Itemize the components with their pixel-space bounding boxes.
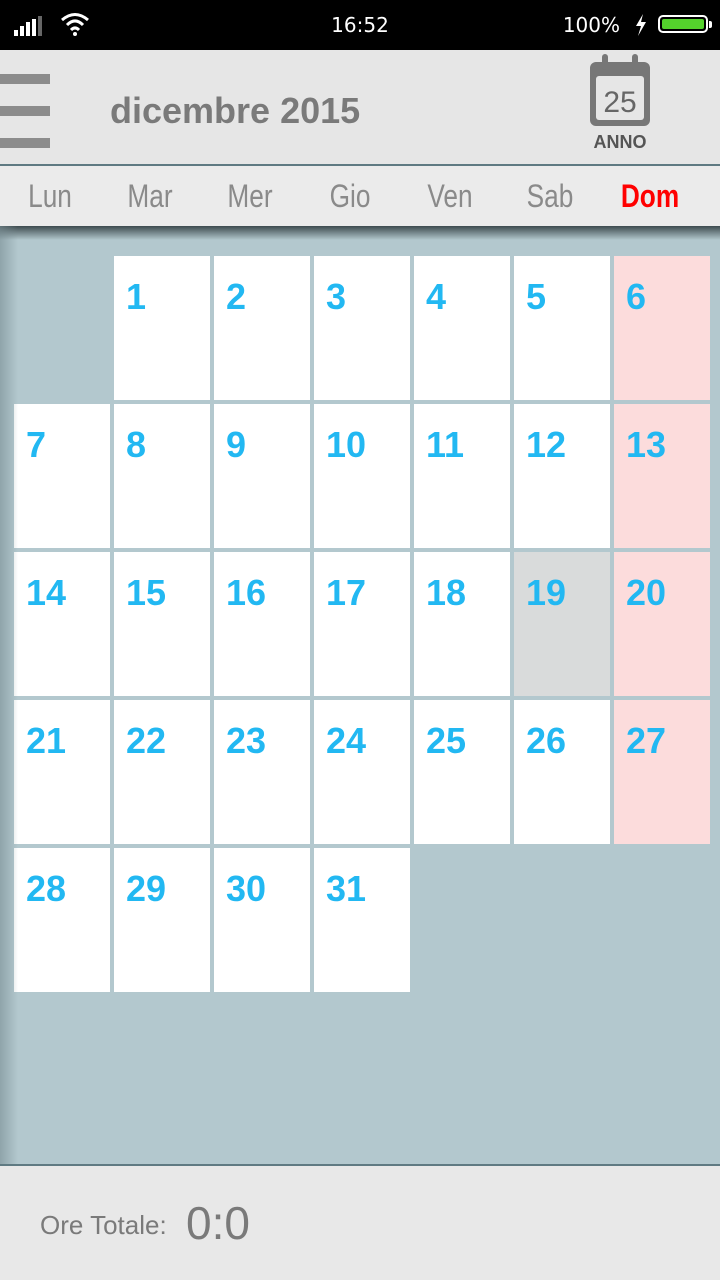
day-number: 15: [126, 572, 167, 613]
day-cell[interactable]: 30: [214, 848, 310, 992]
weekday-sat: Sab: [526, 178, 574, 214]
day-cell[interactable]: 3: [314, 256, 410, 400]
calendar-grid: 1 2 3 4 5 6 7 8 9 10 11 12 13 14 15 16 17 18 19 20 21 22 23 24 2…: [14, 256, 712, 996]
battery-level-fill: [662, 19, 704, 29]
footer: Ore Totale: 0:0: [0, 1164, 720, 1280]
day-number: 14: [26, 572, 67, 613]
day-number: 13: [626, 424, 667, 465]
day-cell[interactable]: 26: [514, 700, 610, 844]
battery-percent: 100%: [562, 13, 620, 37]
day-number: 4: [426, 276, 447, 317]
day-number: 12: [526, 424, 567, 465]
day-cell[interactable]: 20: [614, 552, 710, 696]
app-header: dicembre 2015 25 ANNO: [0, 50, 720, 166]
status-bar: 16:52 100%: [0, 0, 720, 50]
day-number: 28: [26, 868, 67, 909]
day-cell[interactable]: 29: [114, 848, 210, 992]
total-hours-value: 0:0: [186, 1197, 250, 1249]
day-number: 17: [326, 572, 367, 613]
year-button-label: ANNO: [593, 132, 647, 152]
day-cell[interactable]: 1: [114, 256, 210, 400]
weekday-thu: Gio: [329, 178, 371, 214]
weekday-wed: Mer: [227, 178, 273, 214]
weekday-sun: Dom: [620, 178, 680, 214]
day-number: 11: [426, 424, 465, 465]
calendar-icon: 25: [590, 54, 650, 126]
day-number: 9: [226, 424, 247, 465]
day-cell[interactable]: 27: [614, 700, 710, 844]
day-cell[interactable]: 4: [414, 256, 510, 400]
day-number: 21: [26, 720, 67, 761]
day-cell[interactable]: 12: [514, 404, 610, 548]
weekday-fri: Ven: [427, 178, 473, 214]
day-number: 22: [126, 720, 167, 761]
day-number: 23: [226, 720, 267, 761]
day-number: 25: [426, 720, 467, 761]
hamburger-menu-icon[interactable]: [0, 74, 50, 148]
day-cell[interactable]: 23: [214, 700, 310, 844]
day-cell[interactable]: 5: [514, 256, 610, 400]
day-number: 26: [526, 720, 567, 761]
day-number: 31: [326, 868, 367, 909]
day-number: 8: [126, 424, 147, 465]
day-number: 30: [226, 868, 267, 909]
day-cell[interactable]: 9: [214, 404, 310, 548]
day-cell[interactable]: 18: [414, 552, 510, 696]
calendar-area: 1 2 3 4 5 6 7 8 9 10 11 12 13 14 15 16 17 18 19 20 21 22 23 24 2…: [0, 226, 720, 1164]
day-cell[interactable]: 7: [14, 404, 110, 548]
day-cell[interactable]: 25: [414, 700, 510, 844]
day-cell[interactable]: 21: [14, 700, 110, 844]
day-number: 20: [626, 572, 667, 613]
day-number: 27: [626, 720, 667, 761]
day-number: 3: [326, 276, 347, 317]
day-number: 18: [426, 572, 467, 613]
day-cell[interactable]: 19: [514, 552, 610, 696]
day-cell[interactable]: 28: [14, 848, 110, 992]
day-cell[interactable]: 15: [114, 552, 210, 696]
day-number: 5: [526, 276, 547, 317]
day-cell[interactable]: 16: [214, 552, 310, 696]
day-cell[interactable]: 2: [214, 256, 310, 400]
day-number: 6: [626, 276, 647, 317]
month-title: dicembre 2015: [110, 90, 361, 131]
day-cell[interactable]: 11: [414, 404, 510, 548]
year-view-button[interactable]: 25 ANNO: [584, 54, 656, 154]
day-number: 19: [526, 572, 567, 613]
total-hours-label: Ore Totale:: [40, 1210, 167, 1240]
battery-icon: [658, 15, 712, 33]
day-cell[interactable]: 14: [14, 552, 110, 696]
day-cell[interactable]: 8: [114, 404, 210, 548]
day-number: 10: [326, 424, 367, 465]
day-cell[interactable]: 10: [314, 404, 410, 548]
calendar-icon-number: 25: [603, 86, 636, 119]
day-number: 16: [226, 572, 267, 613]
day-number: 7: [26, 424, 47, 465]
day-number: 29: [126, 868, 167, 909]
day-cell[interactable]: 22: [114, 700, 210, 844]
weekday-header: Lun Mar Mer Gio Ven Sab Dom: [0, 166, 720, 226]
day-cell[interactable]: 31: [314, 848, 410, 992]
weekday-tue: Mar: [127, 178, 173, 214]
day-cell[interactable]: 24: [314, 700, 410, 844]
day-number: 2: [226, 276, 247, 317]
charging-bolt-icon: [636, 14, 646, 36]
day-cell[interactable]: 17: [314, 552, 410, 696]
weekday-mon: Lun: [28, 178, 72, 214]
day-cell[interactable]: 6: [614, 256, 710, 400]
day-cell[interactable]: 13: [614, 404, 710, 548]
day-number: 24: [326, 720, 367, 761]
day-number: 1: [126, 276, 147, 317]
